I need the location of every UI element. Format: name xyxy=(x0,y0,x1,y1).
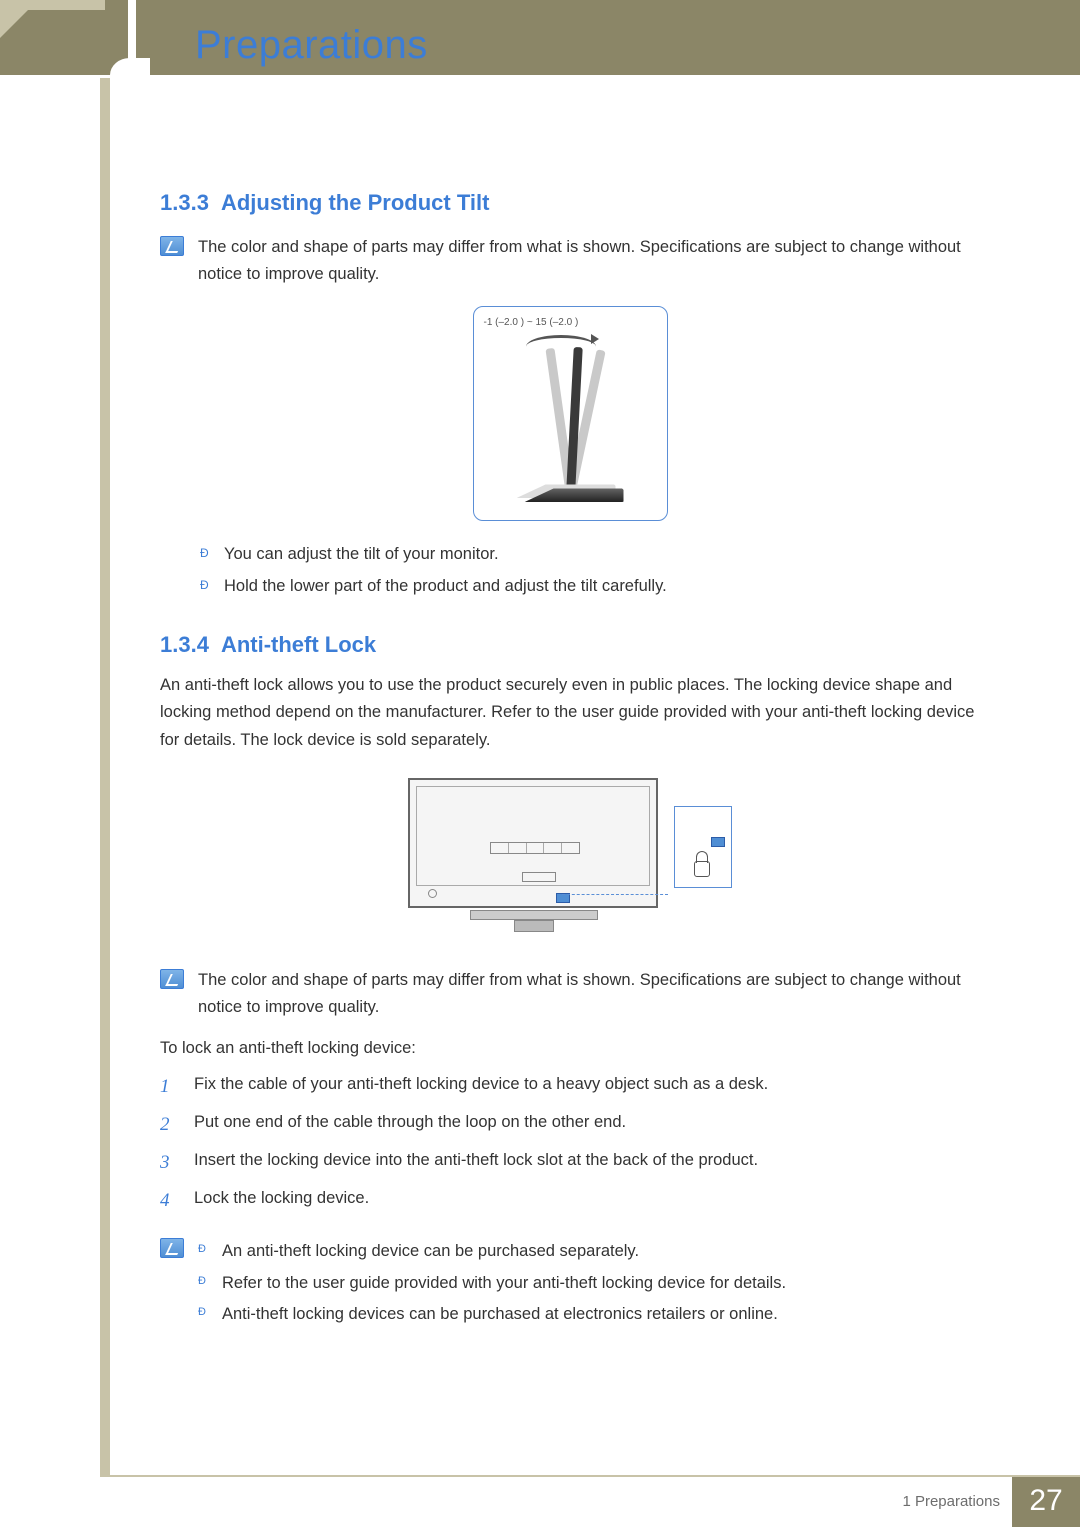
note-block: The color and shape of parts may differ … xyxy=(160,234,980,288)
section-number: 1.3.3 xyxy=(160,190,209,215)
bullet-text: An anti-theft locking device can be purc… xyxy=(222,1236,639,1267)
bullet-icon: Ð xyxy=(200,539,208,570)
ordered-list: 1 Fix the cable of your anti-theft lockin… xyxy=(160,1068,980,1220)
chapter-title: Preparations xyxy=(195,23,428,68)
left-rail xyxy=(100,78,110,1475)
page-footer: 1 Preparations 27 xyxy=(0,1475,1080,1527)
tilt-range-label: -1 (–2.0 ) ~ 15 (–2.0 ) xyxy=(484,317,579,328)
list-item: 3 Insert the locking device into the anti… xyxy=(160,1144,980,1182)
step-number: 4 xyxy=(160,1182,176,1220)
chapter-number-mark xyxy=(110,0,150,75)
section-heading-tilt: 1.3.3 Adjusting the Product Tilt xyxy=(160,190,980,216)
note-icon xyxy=(160,1238,184,1258)
bullet-list: Ð You can adjust the tilt of your monitor… xyxy=(200,539,980,602)
figure-lock xyxy=(400,772,740,947)
header-corner xyxy=(0,0,38,38)
section-heading-lock: 1.3.4 Anti-theft Lock xyxy=(160,632,980,658)
step-number: 3 xyxy=(160,1144,176,1182)
note-icon xyxy=(160,236,184,256)
bullet-icon: Ð xyxy=(198,1268,206,1299)
step-number: 1 xyxy=(160,1068,176,1106)
bullet-text: Hold the lower part of the product and a… xyxy=(224,571,667,602)
tilt-stand xyxy=(566,347,583,495)
instruction-lead: To lock an anti-theft locking device: xyxy=(160,1039,980,1058)
step-text: Put one end of the cable through the loo… xyxy=(194,1106,626,1144)
lock-slot-badge xyxy=(711,837,725,847)
page-number: 27 xyxy=(1012,1475,1080,1527)
bullet-list: Ð An anti-theft locking device can be pur… xyxy=(198,1236,786,1330)
list-item: Ð An anti-theft locking device can be pur… xyxy=(198,1236,786,1267)
step-text: Lock the locking device. xyxy=(194,1182,369,1220)
note-block: Ð An anti-theft locking device can be pur… xyxy=(160,1236,980,1330)
list-item: 4 Lock the locking device. xyxy=(160,1182,980,1220)
bullet-icon: Ð xyxy=(198,1299,206,1330)
tilt-arrow-icon xyxy=(526,335,596,355)
section-title: Anti-theft Lock xyxy=(221,632,376,657)
note-block: The color and shape of parts may differ … xyxy=(160,967,980,1021)
callout-line xyxy=(562,894,668,895)
monitor-back-icon xyxy=(408,778,658,908)
section-title: Adjusting the Product Tilt xyxy=(221,190,489,215)
bullet-text: Refer to the user guide provided with yo… xyxy=(222,1268,786,1299)
note-icon xyxy=(160,969,184,989)
list-item: Ð Hold the lower part of the product and … xyxy=(200,571,980,602)
note-text: The color and shape of parts may differ … xyxy=(198,967,980,1021)
list-item: Ð You can adjust the tilt of your monitor… xyxy=(200,539,980,570)
page-content: 1.3.3 Adjusting the Product Tilt The colo… xyxy=(160,190,980,1348)
step-text: Insert the locking device into the anti-… xyxy=(194,1144,758,1182)
footer-section-label: 1 Preparations xyxy=(902,1493,1000,1510)
bullet-icon: Ð xyxy=(198,1236,206,1267)
section-number: 1.3.4 xyxy=(160,632,209,657)
bullet-icon: Ð xyxy=(200,571,208,602)
step-number: 2 xyxy=(160,1106,176,1144)
list-item: Ð Anti-theft locking devices can be purch… xyxy=(198,1299,786,1330)
list-item: 1 Fix the cable of your anti-theft lockin… xyxy=(160,1068,980,1106)
step-text: Fix the cable of your anti-theft locking… xyxy=(194,1068,768,1106)
tilt-base xyxy=(524,488,624,506)
intro-paragraph: An anti-theft lock allows you to use the… xyxy=(160,672,980,754)
figure-tilt: -1 (–2.0 ) ~ 15 (–2.0 ) xyxy=(473,306,668,521)
bullet-text: Anti-theft locking devices can be purcha… xyxy=(222,1299,778,1330)
footer-rule xyxy=(100,1475,1080,1477)
screw-hole-icon xyxy=(428,889,437,898)
header-bar: Preparations xyxy=(0,0,1080,75)
monitor-stand xyxy=(470,910,598,920)
note-text: The color and shape of parts may differ … xyxy=(198,234,980,288)
monitor-stand-base xyxy=(514,920,554,932)
list-item: 2 Put one end of the cable through the lo… xyxy=(160,1106,980,1144)
bullet-text: You can adjust the tilt of your monitor. xyxy=(224,539,499,570)
zoom-box xyxy=(674,806,732,888)
list-item: Ð Refer to the user guide provided with y… xyxy=(198,1268,786,1299)
padlock-icon xyxy=(691,851,713,877)
